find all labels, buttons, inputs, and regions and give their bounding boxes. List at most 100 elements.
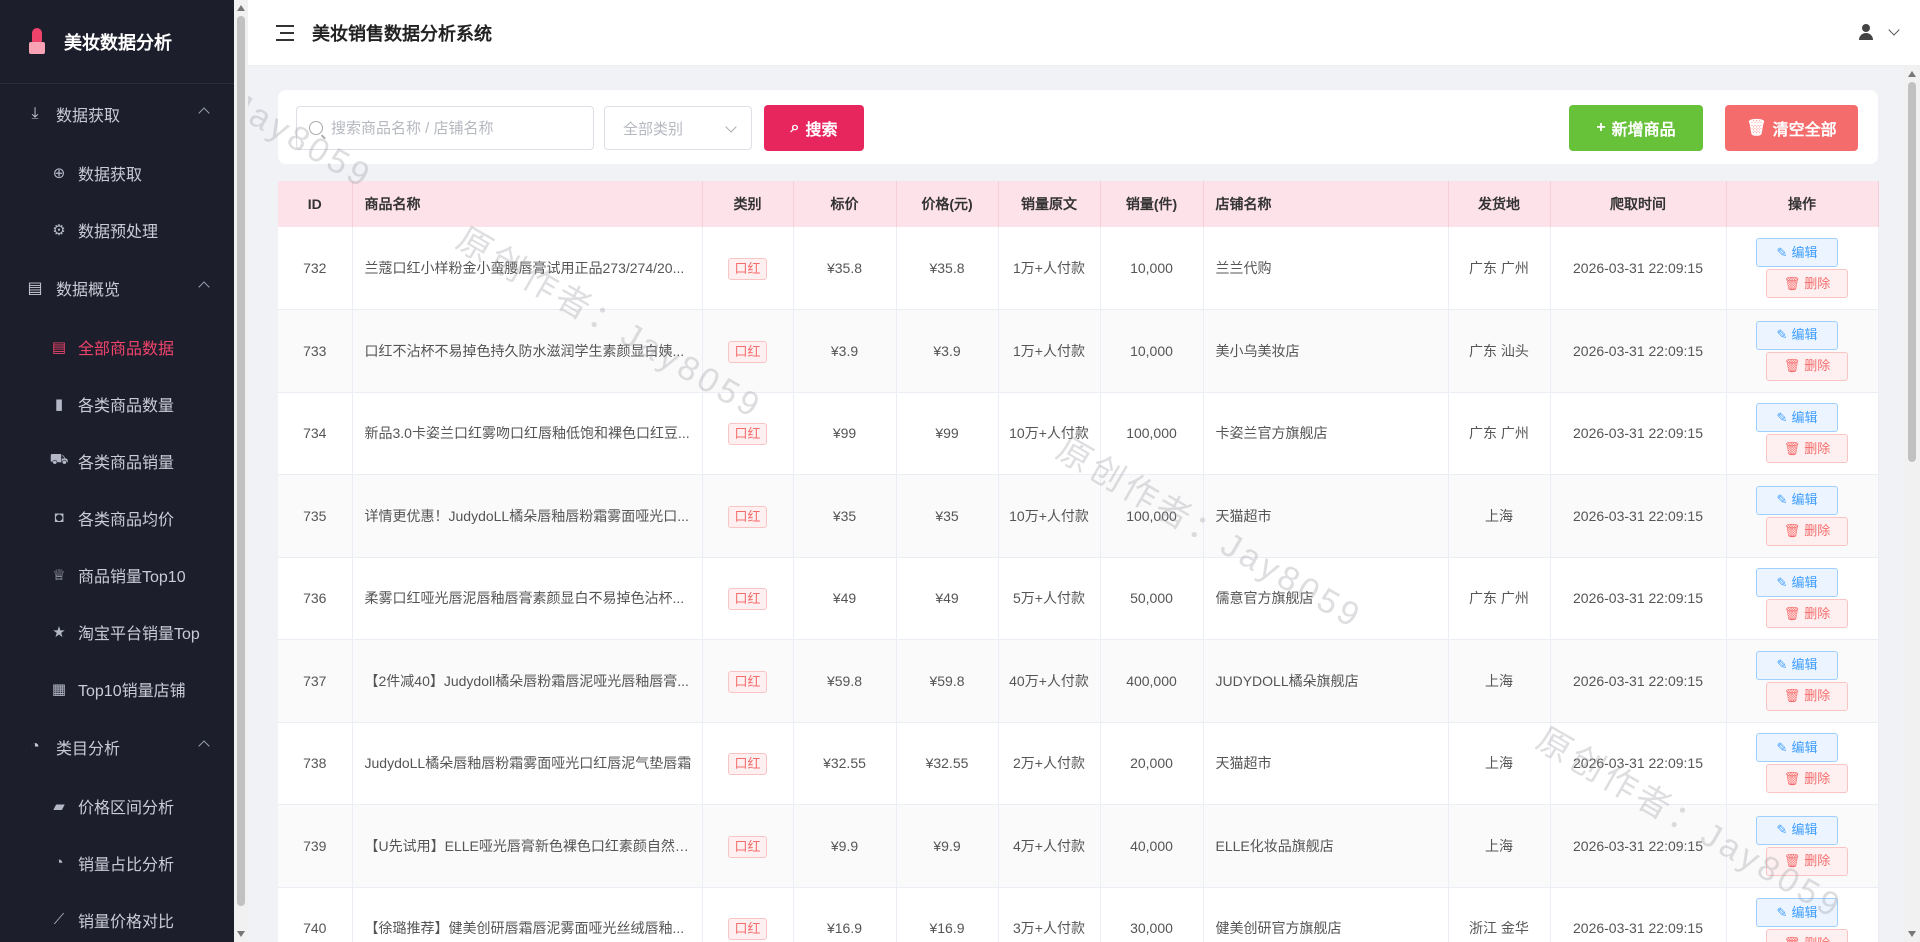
download-icon: ⤓ — [31, 105, 39, 122]
menu-group-1[interactable]: ▤ 数据概览 — [0, 258, 234, 318]
header-crawl-time: 爬取时间 — [1550, 181, 1727, 227]
category-select[interactable]: 全部类别 — [604, 106, 752, 150]
cell-id: 732 — [278, 227, 353, 310]
cell-shop: ELLE化妆品旗舰店 — [1203, 804, 1449, 888]
category-tag: 口红 — [728, 835, 767, 858]
delete-button[interactable]: 🗑删除 — [1766, 516, 1848, 546]
scroll-down-arrow-icon[interactable] — [1908, 931, 1916, 937]
delete-button[interactable]: 🗑删除 — [1766, 929, 1848, 942]
cell-origin: 广东 广州 — [1448, 227, 1551, 310]
sidebar-item[interactable]: ▤ 全部商品数据 — [0, 318, 234, 375]
sidebar-item[interactable]: ⚙ 数据预处理 — [0, 201, 234, 258]
building-icon: ▦ — [51, 680, 67, 698]
cell-sales: 40,000 — [1100, 804, 1204, 888]
cell-crawl-time: 2026-03-31 22:09:15 — [1550, 309, 1727, 393]
cell-crawl-time: 2026-03-31 22:09:15 — [1550, 804, 1727, 888]
edit-button[interactable]: ✎ 编辑 — [1756, 485, 1838, 515]
sidebar-item[interactable]: ▰ 价格区间分析 — [0, 777, 234, 834]
sidebar-item[interactable]: ◔ 销量占比分析 — [0, 834, 234, 891]
edit-button[interactable]: ✎ 编辑 — [1756, 403, 1838, 433]
search-box[interactable] — [296, 106, 594, 150]
cell-sales: 10,000 — [1100, 309, 1204, 393]
chevron-down-icon[interactable] — [1888, 24, 1900, 36]
edit-button[interactable]: ✎ 编辑 — [1756, 650, 1838, 680]
edit-button[interactable]: ✎ 编辑 — [1756, 238, 1838, 267]
search-button[interactable]: ⌕ 搜索 — [764, 105, 864, 151]
delete-button[interactable]: 🗑删除 — [1766, 351, 1848, 381]
sidebar-item[interactable]: ⊕ 数据获取 — [0, 144, 234, 201]
sidebar-item[interactable]: ⛟ 各类商品销量 — [0, 432, 234, 489]
user-menu[interactable] — [1858, 24, 1900, 40]
cell-actions: ✎编辑🗑删除 — [1726, 392, 1879, 475]
cell-category: 口红 — [702, 887, 794, 942]
sidebar-item[interactable]: ★ 淘宝平台销量Top — [0, 603, 234, 660]
chevron-up-icon — [198, 740, 210, 752]
search-input[interactable] — [331, 119, 581, 137]
sidebar-item[interactable]: ♕ 商品销量Top10 — [0, 546, 234, 603]
cell-sales-raw: 4万+人付款 — [998, 804, 1101, 888]
trash-icon: 🗑 — [1783, 853, 1801, 869]
menu-group-0[interactable]: ⤓ 数据获取 — [0, 84, 234, 144]
menu-group-2[interactable]: ◔ 类目分析 — [0, 717, 234, 777]
sidebar-item[interactable]: ⟋ 销量价格对比 — [0, 891, 234, 942]
add-product-button[interactable]: + 新增商品 — [1569, 105, 1703, 151]
edit-button[interactable]: ✎ 编辑 — [1756, 320, 1838, 350]
cell-list-price: ¥35 — [793, 474, 897, 558]
cell-shop: 兰兰代购 — [1203, 227, 1449, 310]
logo: 美妆数据分析 — [0, 0, 234, 84]
scrollbar-thumb[interactable] — [237, 16, 245, 906]
sidebar-scrollbar[interactable] — [234, 0, 248, 942]
line-chart-icon: ⟋ — [53, 911, 65, 928]
cell-category: 口红 — [702, 474, 794, 558]
cell-shop: 天猫超市 — [1203, 474, 1449, 558]
delete-label: 删除 — [1804, 605, 1831, 621]
table-row: 740 【徐璐推荐】健美创研唇霜唇泥雾面哑光丝绒唇釉... 口红 ¥16.9 ¥16.9… — [278, 887, 1879, 942]
cell-sales: 20,000 — [1100, 722, 1204, 805]
sidebar-item[interactable]: ◘ 各类商品均价 — [0, 489, 234, 546]
edit-label: 编辑 — [1791, 739, 1818, 755]
edit-icon: ✎ — [1776, 492, 1788, 508]
cell-origin: 上海 — [1448, 722, 1551, 805]
user-icon[interactable] — [1858, 24, 1874, 40]
cell-sales: 400,000 — [1100, 639, 1204, 723]
content-scrollbar[interactable] — [1904, 66, 1920, 942]
sidebar-item[interactable]: ▮ 各类商品数量 — [0, 375, 234, 432]
edit-label: 编辑 — [1791, 822, 1818, 838]
scrollbar-thumb[interactable] — [1908, 82, 1916, 462]
edit-button[interactable]: ✎ 编辑 — [1756, 898, 1838, 928]
delete-button[interactable]: 🗑删除 — [1766, 764, 1848, 794]
edit-button[interactable]: ✎ 编辑 — [1756, 733, 1838, 763]
trash-icon: 🗑 — [1783, 440, 1801, 456]
delete-label: 删除 — [1804, 770, 1831, 786]
sidebar-item[interactable]: ▦ Top10销量店铺 — [0, 660, 234, 717]
delete-button[interactable]: 🗑删除 — [1766, 599, 1848, 629]
cell-actions: ✎编辑🗑删除 — [1726, 557, 1879, 640]
scroll-up-arrow-icon[interactable] — [237, 5, 245, 11]
scroll-down-arrow-icon[interactable] — [237, 931, 245, 937]
delete-button[interactable]: 🗑删除 — [1766, 846, 1848, 876]
clear-button-label: 清空全部 — [1772, 122, 1837, 139]
edit-button[interactable]: ✎ 编辑 — [1756, 815, 1838, 845]
edit-button[interactable]: ✎ 编辑 — [1756, 568, 1838, 598]
cell-price: ¥3.9 — [896, 309, 999, 393]
delete-button[interactable]: 🗑删除 — [1766, 681, 1848, 711]
trash-icon: 🗑 — [1783, 275, 1801, 291]
clear-all-button[interactable]: 🗑 清空全部 — [1725, 105, 1858, 151]
cell-list-price: ¥49 — [793, 557, 897, 640]
cell-price: ¥32.55 — [896, 722, 999, 805]
document-icon: ▤ — [51, 338, 67, 356]
cell-name: 详情更优惠！JudydoLL橘朵唇釉唇粉霜雾面哑光口... — [352, 474, 703, 558]
scroll-up-arrow-icon[interactable] — [1908, 71, 1916, 77]
cell-crawl-time: 2026-03-31 22:09:15 — [1550, 722, 1727, 805]
wallet-icon: ▰ — [53, 797, 65, 815]
category-tag: 口红 — [728, 423, 767, 446]
trash-icon: 🗑 — [1783, 688, 1801, 704]
delete-button[interactable]: 🗑删除 — [1766, 269, 1848, 298]
cell-sales-raw: 3万+人付款 — [998, 887, 1101, 942]
plus-icon: + — [1596, 119, 1606, 136]
edit-icon: ✎ — [1776, 822, 1788, 838]
delete-button[interactable]: 🗑删除 — [1766, 434, 1848, 464]
menu-toggle-icon[interactable] — [276, 24, 296, 41]
cell-id: 736 — [278, 557, 353, 640]
menu-group-label: 数据获取 — [56, 108, 121, 125]
